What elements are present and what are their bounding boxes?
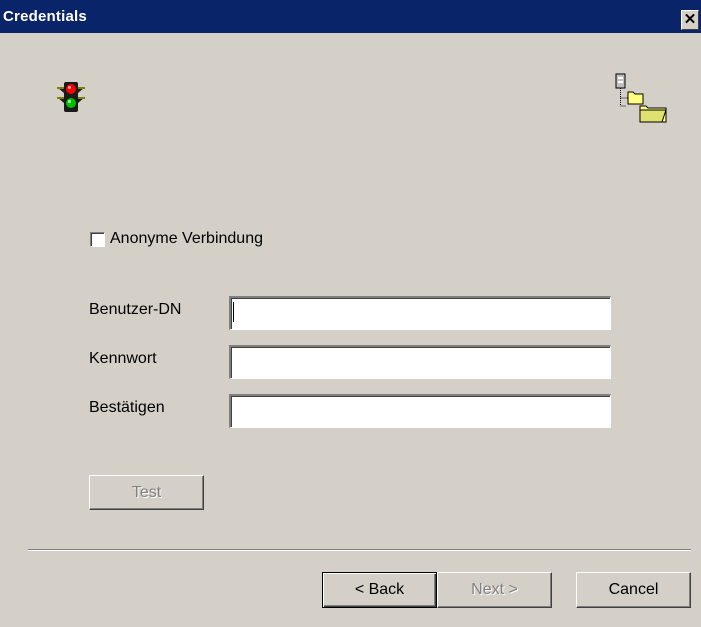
password-field[interactable] (229, 345, 611, 379)
title-bar: Credentials ✕ (0, 0, 701, 33)
separator (28, 549, 691, 551)
traffic-light-icon (57, 82, 85, 112)
cancel-button[interactable]: Cancel (576, 572, 691, 608)
anonymous-connection-label: Anonyme Verbindung (110, 230, 263, 247)
confirm-password-label: Bestätigen (89, 399, 165, 416)
directory-tree-icon (615, 73, 667, 123)
anonymous-connection-checkbox[interactable] (90, 232, 105, 247)
confirm-password-field[interactable] (229, 394, 611, 428)
close-icon: ✕ (683, 11, 697, 28)
text-cursor (233, 302, 234, 322)
window-title: Credentials (3, 8, 87, 25)
close-button[interactable]: ✕ (681, 10, 699, 30)
password-label: Kennwort (89, 350, 157, 367)
user-dn-label: Benutzer-DN (89, 301, 182, 318)
back-button[interactable]: < Back (322, 572, 437, 608)
next-button[interactable]: Next > (437, 572, 552, 608)
user-dn-field[interactable] (229, 296, 611, 330)
test-button[interactable]: Test (89, 475, 204, 510)
